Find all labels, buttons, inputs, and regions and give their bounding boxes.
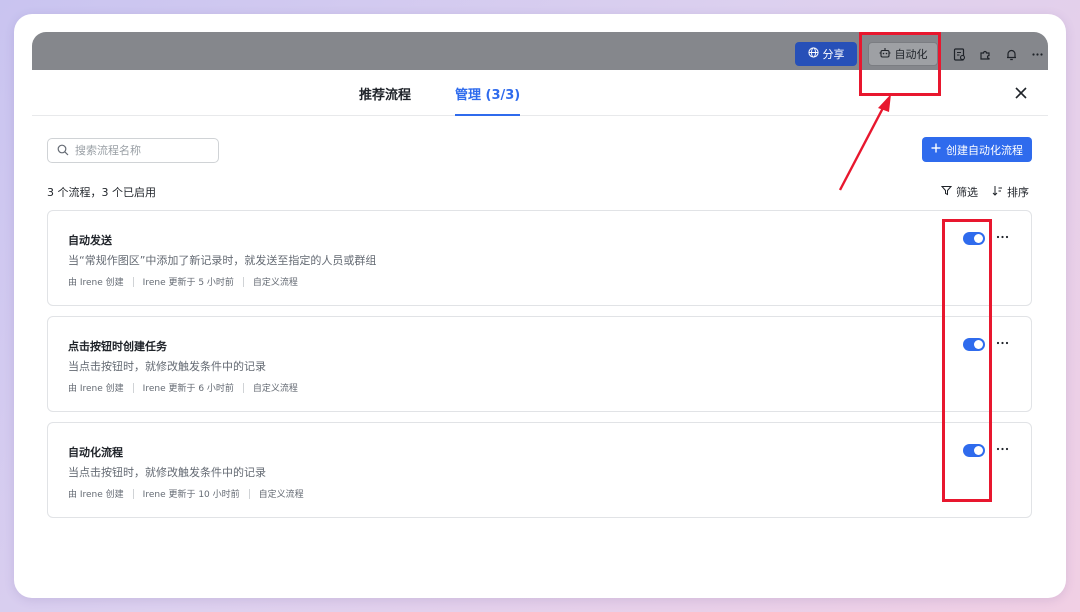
- search-input-wrapper[interactable]: [47, 138, 219, 163]
- document-icon[interactable]: [951, 46, 967, 62]
- flow-meta: 由 Irene 创建 Irene 更新于 10 小时前 自定义流程: [68, 487, 304, 500]
- flow-summary: 3 个流程，3 个已启用: [47, 186, 156, 199]
- create-automation-button[interactable]: 创建自动化流程: [922, 137, 1032, 162]
- filter-icon: [940, 185, 953, 199]
- flow-creator: 由 Irene 创建: [68, 278, 124, 288]
- app-window: 分享 自动化 推荐流程 管理 (3/3) 搜索流程名称 创建自动化流程 3 个流…: [32, 32, 1048, 542]
- flow-type: 自定义流程: [258, 490, 304, 500]
- create-automation-label: 创建自动化流程: [946, 143, 1023, 157]
- flow-title: 点击按钮时创建任务: [68, 340, 167, 353]
- sort-label: 排序: [1007, 186, 1029, 199]
- sort-button[interactable]: 排序: [992, 184, 1029, 200]
- flow-updated: Irene 更新于 6 小时前: [142, 384, 234, 394]
- flow-card[interactable]: 自动化流程 当点击按钮时，就修改触发条件中的记录 由 Irene 创建 Iren…: [47, 422, 1032, 518]
- flow-updated: Irene 更新于 5 小时前: [142, 278, 234, 288]
- flow-type: 自定义流程: [252, 278, 298, 288]
- highlight-box-automation: [859, 32, 941, 96]
- plugin-icon[interactable]: [977, 46, 993, 62]
- flow-title: 自动化流程: [68, 446, 123, 459]
- flow-card[interactable]: 自动发送 当“常规作图区”中添加了新记录时，就发送至指定的人员或群组 由 Ire…: [47, 210, 1032, 306]
- bell-icon[interactable]: [1003, 46, 1019, 62]
- flow-card[interactable]: 点击按钮时创建任务 当点击按钮时，就修改触发条件中的记录 由 Irene 创建 …: [47, 316, 1032, 412]
- tab-recommended[interactable]: 推荐流程: [359, 84, 411, 116]
- search-icon: [57, 141, 69, 160]
- filter-button[interactable]: 筛选: [940, 184, 978, 200]
- divider: [248, 488, 250, 499]
- share-label: 分享: [822, 48, 845, 61]
- divider: [132, 276, 134, 287]
- flow-type: 自定义流程: [252, 384, 298, 394]
- flow-creator: 由 Irene 创建: [68, 490, 124, 500]
- automation-modal: 推荐流程 管理 (3/3) 创建自动化流程 3 个流程，3 个已启用 筛选: [32, 70, 1048, 542]
- sort-icon: [992, 185, 1003, 199]
- flow-title: 自动发送: [68, 234, 112, 247]
- more-icon[interactable]: [995, 336, 1009, 350]
- flow-meta: 由 Irene 创建 Irene 更新于 5 小时前 自定义流程: [68, 275, 298, 288]
- plus-icon: [931, 143, 941, 156]
- share-button[interactable]: 分享: [795, 42, 857, 66]
- more-icon[interactable]: [995, 230, 1009, 244]
- close-icon[interactable]: [1012, 84, 1030, 102]
- divider: [132, 488, 134, 499]
- flow-meta: 由 Irene 创建 Irene 更新于 6 小时前 自定义流程: [68, 381, 298, 394]
- flow-updated: Irene 更新于 10 小时前: [142, 490, 240, 500]
- divider: [242, 382, 244, 393]
- more-icon[interactable]: [1029, 46, 1045, 62]
- tab-manage[interactable]: 管理 (3/3): [455, 84, 521, 116]
- globe-icon: [807, 47, 819, 61]
- divider: [242, 276, 244, 287]
- divider: [132, 382, 134, 393]
- filter-label: 筛选: [956, 186, 978, 199]
- more-icon[interactable]: [995, 442, 1009, 456]
- flow-creator: 由 Irene 创建: [68, 384, 124, 394]
- search-input[interactable]: [75, 144, 205, 157]
- flow-description: 当点击按钮时，就修改触发条件中的记录: [68, 360, 266, 373]
- flow-description: 当点击按钮时，就修改触发条件中的记录: [68, 466, 266, 479]
- highlight-box-toggles: [942, 219, 992, 502]
- flow-description: 当“常规作图区”中添加了新记录时，就发送至指定的人员或群组: [68, 254, 377, 267]
